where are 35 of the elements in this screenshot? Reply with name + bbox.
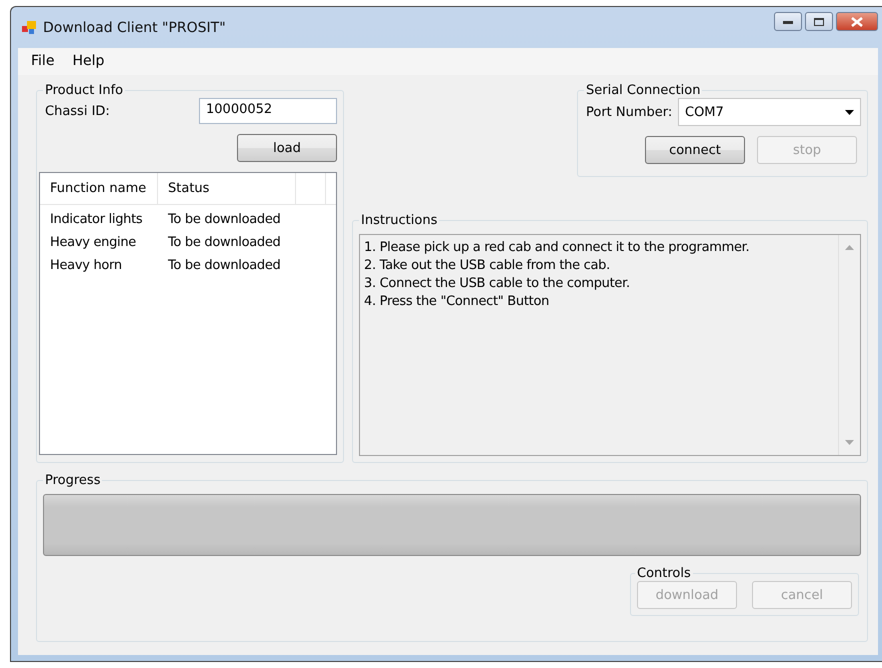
instruction-line: 2. Take out the USB cable from the cab.: [364, 257, 611, 275]
minimize-button[interactable]: [774, 12, 802, 31]
instruction-line: 3. Connect the USB cable to the computer.: [364, 275, 631, 293]
close-button[interactable]: [836, 12, 878, 31]
maximize-icon: [814, 18, 824, 26]
instructions-text-area[interactable]: 1. Please pick up a red cab and connect it to the programmer. 2. Take out the USB cable from the cab. 3. Connect the USB cable to the computer. 4. Press the "Connect" Button: [359, 234, 861, 456]
maximize-button[interactable]: [805, 12, 833, 31]
dropdown-arrow-icon: [845, 110, 854, 114]
group-title: Instructions: [360, 213, 438, 228]
table-cell-text: Indicator lights: [49, 212, 144, 227]
instruction-line: 1. Please pick up a red cab and connect it to the programmer.: [364, 239, 750, 257]
field-label: Chassi ID:: [45, 104, 110, 118]
table-cell-text: To be downloaded: [167, 258, 282, 273]
app-icon: [22, 21, 36, 34]
group-title: Serial Connection: [585, 83, 702, 98]
menu-item[interactable]: File: [24, 52, 62, 71]
group-title: Product Info: [44, 83, 124, 98]
column-header[interactable]: Status: [158, 173, 296, 204]
minimize-icon: [783, 20, 793, 24]
menu-item[interactable]: Help: [65, 52, 112, 71]
connect-button[interactable]: connect: [645, 136, 745, 164]
close-icon: [851, 16, 863, 26]
chassi-id-field[interactable]: 10000052: [199, 98, 337, 124]
window-title: Download Client "PROSIT": [43, 20, 226, 36]
group-title: Controls: [636, 566, 692, 581]
column-header[interactable]: Function name: [40, 173, 158, 204]
group-title: Progress: [44, 473, 102, 488]
field-label: Port Number:: [586, 104, 672, 120]
port-dropdown[interactable]: COM7: [678, 98, 861, 126]
table-cell-text: To be downloaded: [167, 235, 282, 250]
table-cell-text: Heavy horn: [49, 258, 123, 273]
instruction-line: 4. Press the "Connect" Button: [364, 293, 550, 311]
table-cell-text: To be downloaded: [167, 212, 282, 227]
load-button[interactable]: load: [237, 134, 337, 162]
table-cell-text: Heavy engine: [49, 235, 137, 250]
